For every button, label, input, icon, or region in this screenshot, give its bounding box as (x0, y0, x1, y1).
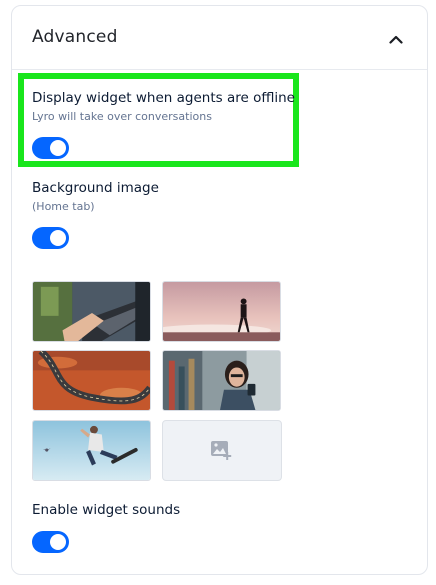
section-title: Advanced (32, 27, 118, 47)
collapse-button[interactable] (383, 26, 409, 52)
background-image-toggle[interactable] (32, 227, 69, 249)
woman-phone-image[interactable] (162, 350, 281, 411)
skateboarder-jump-image[interactable] (32, 420, 151, 481)
toggle-knob (50, 230, 66, 246)
add-image-icon (211, 440, 232, 460)
advanced-section-header[interactable]: Advanced (12, 6, 427, 70)
toggle-knob (50, 140, 66, 156)
widget-sounds-title: Enable widget sounds (32, 502, 181, 518)
toggle-knob (50, 534, 66, 550)
add-background-image-button[interactable] (162, 420, 282, 481)
offline-widget-title: Display widget when agents are offline (32, 90, 295, 106)
offline-widget-toggle[interactable] (32, 137, 69, 159)
background-image-title: Background image (32, 180, 159, 196)
chevron-up-icon (389, 35, 403, 44)
background-image-subtitle: (Home tab) (32, 200, 95, 213)
offline-widget-subtitle: Lyro will take over conversations (32, 110, 212, 123)
widget-sounds-toggle[interactable] (32, 531, 69, 553)
laptop-typing-image[interactable] (32, 281, 151, 342)
desert-road-image[interactable] (32, 350, 151, 411)
silhouette-sunset-image[interactable] (162, 281, 281, 342)
